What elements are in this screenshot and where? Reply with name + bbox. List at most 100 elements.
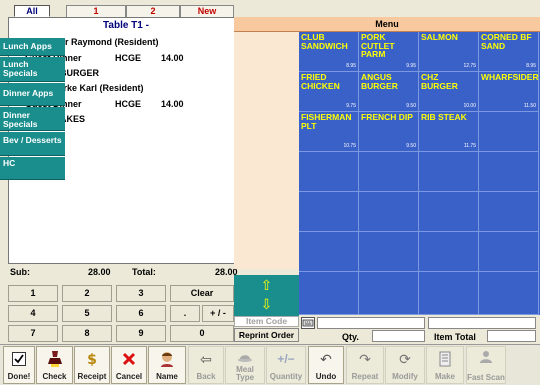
menu-slot-empty[interactable] (479, 152, 539, 192)
menu-slot-empty[interactable] (299, 272, 359, 315)
menu-slot-empty[interactable] (359, 152, 419, 192)
cancel-button[interactable]: Cancel (111, 346, 147, 384)
menu-slot-empty[interactable] (359, 192, 419, 232)
key-3[interactable]: 3 (116, 285, 166, 302)
menu-slot-empty[interactable] (419, 152, 479, 192)
menu-slot-empty[interactable] (299, 152, 359, 192)
reprint-order-button[interactable]: Reprint Order (234, 328, 299, 342)
quantity-field[interactable] (317, 317, 425, 329)
meal-type-button[interactable]: Meal Type (225, 346, 265, 384)
key-dot[interactable]: . (170, 305, 200, 322)
menu-slot-empty[interactable] (359, 272, 419, 315)
menu-item-name: ANGUS BURGER (361, 72, 398, 91)
cancel-label: Cancel (115, 372, 143, 381)
menu-item-price: 10.75 (343, 143, 356, 149)
menu-item-name: FISHERMAN PLT (301, 112, 352, 131)
menu-item[interactable]: CHZ BURGER 10.00 (419, 72, 479, 112)
menu-slot-empty[interactable] (479, 112, 539, 152)
menu-item[interactable]: SALMON 12.75 (419, 32, 479, 72)
tab-1[interactable]: 1 (66, 5, 126, 17)
key-6[interactable]: 6 (116, 305, 166, 322)
repeat-icon: ↷ (359, 350, 371, 367)
key-7[interactable]: 7 (8, 325, 58, 342)
menu-item-name: CHZ BURGER (421, 72, 458, 91)
menu-slot-empty[interactable] (359, 232, 419, 272)
repeat-button[interactable]: ↷ Repeat (346, 346, 384, 384)
category-dinner-specials[interactable]: Dinner Specials (0, 107, 65, 131)
menu-item-name: SALMON (421, 32, 458, 42)
menu-item-price: 11.50 (523, 103, 536, 109)
close-icon (122, 352, 136, 366)
menu-item[interactable]: FRIED CHICKEN 9.75 (299, 72, 359, 112)
menu-slot-empty[interactable] (419, 192, 479, 232)
key-8[interactable]: 8 (62, 325, 112, 342)
undo-button[interactable]: ↶ Undo (308, 346, 344, 384)
done-label: Done! (7, 372, 31, 381)
key-1[interactable]: 1 (8, 285, 58, 302)
key-9[interactable]: 9 (116, 325, 166, 342)
receipt-label: Receipt (77, 372, 107, 381)
check-label: Check (42, 372, 67, 381)
modify-label: Modify (392, 372, 418, 381)
menu-item[interactable]: ANGUS BURGER 9.50 (359, 72, 419, 112)
menu-header: Menu (234, 17, 540, 32)
arrow-left-icon: ⇦ (200, 350, 212, 367)
menu-slot-empty[interactable] (299, 192, 359, 232)
key-plus-minus[interactable]: + / - (202, 305, 234, 322)
qty-value-field[interactable] (372, 330, 425, 342)
make-button[interactable]: Make (426, 346, 464, 384)
svg-text:$: $ (87, 352, 97, 367)
menu-item[interactable]: PORK CUTLET PARM 9.95 (359, 32, 419, 72)
menu-slot-empty[interactable] (479, 192, 539, 232)
modify-button[interactable]: ⟳ Modify (385, 346, 425, 384)
fast-scan-label: Fast Scan (467, 373, 505, 382)
menu-item[interactable]: FRENCH DIP 9.50 (359, 112, 419, 152)
tab-2[interactable]: 2 (126, 5, 180, 17)
done-button[interactable]: Done! (3, 346, 35, 384)
menu-item[interactable]: FISHERMAN PLT 10.75 (299, 112, 359, 152)
menu-slot-empty[interactable] (479, 232, 539, 272)
menu-item-price: 9.50 (406, 103, 416, 109)
category-dinner-apps[interactable]: Dinner Apps (0, 83, 65, 106)
totals-row: Sub: 28.00 Total: 28.00 (8, 266, 244, 280)
tab-new[interactable]: New (180, 5, 234, 17)
menu-item-name: CLUB SANDWICH (301, 32, 348, 51)
menu-slot-empty[interactable] (299, 232, 359, 272)
item-code: HCGE (115, 53, 142, 63)
menu-grid: CLUB SANDWICH 8.95 PORK CUTLET PARM 9.95 S… (299, 32, 540, 315)
name-button[interactable]: Name (148, 346, 186, 384)
menu-item[interactable]: WHARFSIDER 11.50 (479, 72, 539, 112)
category-bev-desserts[interactable]: Bev / Desserts (0, 132, 65, 156)
person-icon (161, 352, 173, 367)
category-lunch-specials[interactable]: Lunch Specials (0, 57, 65, 82)
menu-item[interactable]: RIB STEAK 11.75 (419, 112, 479, 152)
menu-item[interactable]: CLUB SANDWICH 8.95 (299, 32, 359, 72)
key-2[interactable]: 2 (62, 285, 112, 302)
menu-item-price: 9.75 (346, 103, 356, 109)
fast-scan-button[interactable]: Fast Scan (466, 346, 506, 384)
total-label: Total: (132, 267, 156, 277)
receipt-button[interactable]: $ Receipt (74, 346, 110, 384)
clear-button[interactable]: Clear (170, 285, 234, 302)
back-button[interactable]: ⇦ Back (188, 346, 224, 384)
category-hc[interactable]: HC (0, 157, 65, 180)
quantity-button[interactable]: +/− Quantity (266, 346, 306, 384)
menu-item-price: 11.75 (463, 143, 476, 149)
key-0[interactable]: 0 (170, 325, 234, 342)
menu-item[interactable]: CORNED BF SAND 8.95 (479, 32, 539, 72)
key-4[interactable]: 4 (8, 305, 58, 322)
sub-label: Sub: (10, 267, 30, 277)
menu-slot-empty[interactable] (479, 272, 539, 315)
menu-slot-empty[interactable] (419, 232, 479, 272)
menu-item-name: WHARFSIDER (481, 72, 539, 82)
key-5[interactable]: 5 (62, 305, 112, 322)
item-code-input[interactable]: Item Code (234, 316, 299, 327)
qty-label: Qty. (342, 332, 359, 342)
category-lunch-apps[interactable]: Lunch Apps (0, 38, 65, 56)
arrow-up-icon: ⇧ (260, 277, 273, 293)
scroll-down-button[interactable]: ⇩ (234, 294, 299, 316)
tab-all[interactable]: All (14, 5, 50, 17)
menu-slot-empty[interactable] (419, 272, 479, 315)
check-button[interactable]: Check (36, 346, 73, 384)
keyboard-icon[interactable] (301, 317, 315, 329)
